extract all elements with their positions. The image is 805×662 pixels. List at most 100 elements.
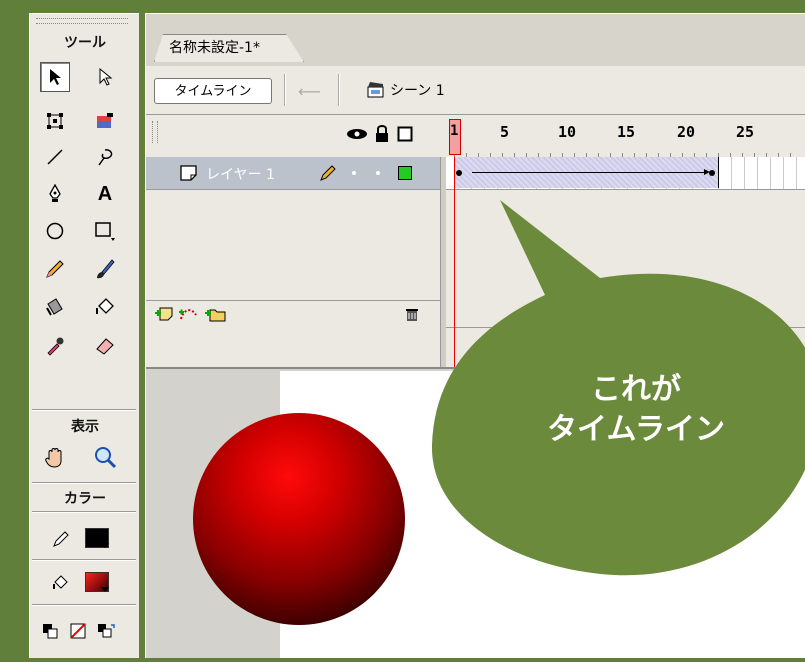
default-colors-button[interactable] [36,616,64,646]
visibility-dot[interactable] [352,171,356,175]
trash-icon[interactable] [404,305,420,323]
pen-icon [49,184,61,202]
end-keyframe[interactable] [709,170,715,176]
tools-header: ツール [64,35,106,51]
scene-label[interactable]: シーン 1 [390,80,445,100]
paint-bucket-tool[interactable] [90,292,120,322]
timeline-toggle-button[interactable]: タイムライン [154,78,272,104]
brush-tool[interactable] [90,254,120,284]
pencil-tool[interactable] [40,254,70,284]
oval-icon [46,222,64,240]
divider [32,559,136,561]
edit-bar: タイムライン ⟵ シーン 1 [146,66,805,115]
dropdown-arrow-icon [101,543,109,548]
magnifier-icon [95,447,117,469]
eraser-tool[interactable] [90,330,120,360]
layer-row[interactable]: レイヤー 1 [146,157,440,190]
subselect-tool[interactable] [90,62,120,92]
fill-transform-icon [97,113,113,128]
paint-bucket-icon [53,575,68,589]
divider [32,409,136,411]
no-color-icon [70,623,86,639]
red-sphere-graphic[interactable] [193,413,405,625]
fill-transform-tool[interactable] [90,106,120,136]
line-tool[interactable] [40,142,70,172]
insert-layer-icon[interactable] [154,305,176,323]
subselect-arrow-icon [99,68,113,86]
colors-header: カラー [64,491,106,507]
playhead[interactable]: 1 [449,119,461,155]
motion-tween-span[interactable] [454,157,719,188]
eye-icon[interactable] [346,127,368,141]
default-colors-icon [43,624,58,639]
frame-number: 15 [617,123,636,141]
brush-icon [97,259,115,279]
insert-motion-guide-icon[interactable] [178,305,202,323]
layer-page-icon [180,165,197,181]
swap-colors-button[interactable] [92,616,120,646]
ink-bottle-tool[interactable] [40,292,70,322]
divider [32,511,136,513]
swap-colors-icon [98,624,115,638]
panel-grip[interactable] [36,18,128,24]
callout-line-2: タイムライン [547,412,725,447]
scene-clapper-icon [367,82,384,98]
free-transform-tool[interactable] [40,106,70,136]
hand-icon [45,448,62,468]
outline-color-box[interactable] [398,166,412,180]
insert-layer-folder-icon[interactable] [204,305,228,323]
arrow-icon [50,69,61,85]
frames-area [446,157,805,327]
arrow-tool[interactable] [40,62,70,92]
fill-color-tool[interactable] [46,568,76,598]
fill-color-swatch[interactable] [85,572,109,592]
lasso-tool[interactable] [90,142,120,172]
timeline-header: 5 10 15 20 25 1 [146,115,805,158]
tools-panel: ツール A 表示 カラー [29,13,139,658]
timeline-status-bar [446,327,805,368]
document-tab[interactable]: 名称未設定-1* [154,34,304,62]
back-arrow-icon[interactable]: ⟵ [298,82,321,101]
view-header: 表示 [71,419,99,435]
divider [284,74,286,106]
lock-icon[interactable] [374,124,390,144]
pen-tool[interactable] [40,179,70,209]
rectangle-tool[interactable] [90,216,120,246]
pencil-icon [46,260,64,278]
layer-name[interactable]: レイヤー 1 [206,164,275,184]
eyedropper-tool[interactable] [40,330,70,360]
stroke-color-tool[interactable] [46,524,76,554]
divider [32,482,136,484]
frame-number: 10 [558,123,577,141]
outline-square-icon[interactable] [397,126,413,142]
layer-controls [146,300,440,327]
pencil-icon [53,531,69,547]
document-tab-strip: 名称未設定-1* [146,14,805,66]
hand-tool[interactable] [40,442,70,472]
text-tool-icon: A [97,182,113,205]
lock-dot[interactable] [376,171,380,175]
paint-bucket-icon [96,298,114,314]
layer-frames[interactable] [446,157,805,190]
frame-ruler[interactable]: 5 10 15 20 25 [446,115,805,157]
callout-line-1: これが [591,372,681,407]
divider [338,74,340,106]
line-icon [47,149,63,165]
text-tool[interactable]: A [90,179,120,209]
timeline-grip[interactable] [152,121,158,143]
rectangle-icon [95,222,115,241]
start-keyframe[interactable] [456,170,462,176]
lasso-icon [98,149,113,166]
zoom-tool[interactable] [90,442,120,472]
ink-bottle-icon [46,298,63,316]
oval-tool[interactable] [40,216,70,246]
tween-arrow [472,169,710,175]
no-color-button[interactable] [64,616,92,646]
eyedropper-icon [47,337,64,356]
playhead-frame-number: 1 [450,123,459,139]
dropdown-arrow-icon [101,587,109,592]
pencil-icon [320,165,336,181]
frame-number: 25 [736,123,755,141]
stroke-color-swatch[interactable] [85,528,109,548]
frame-number: 20 [677,123,696,141]
